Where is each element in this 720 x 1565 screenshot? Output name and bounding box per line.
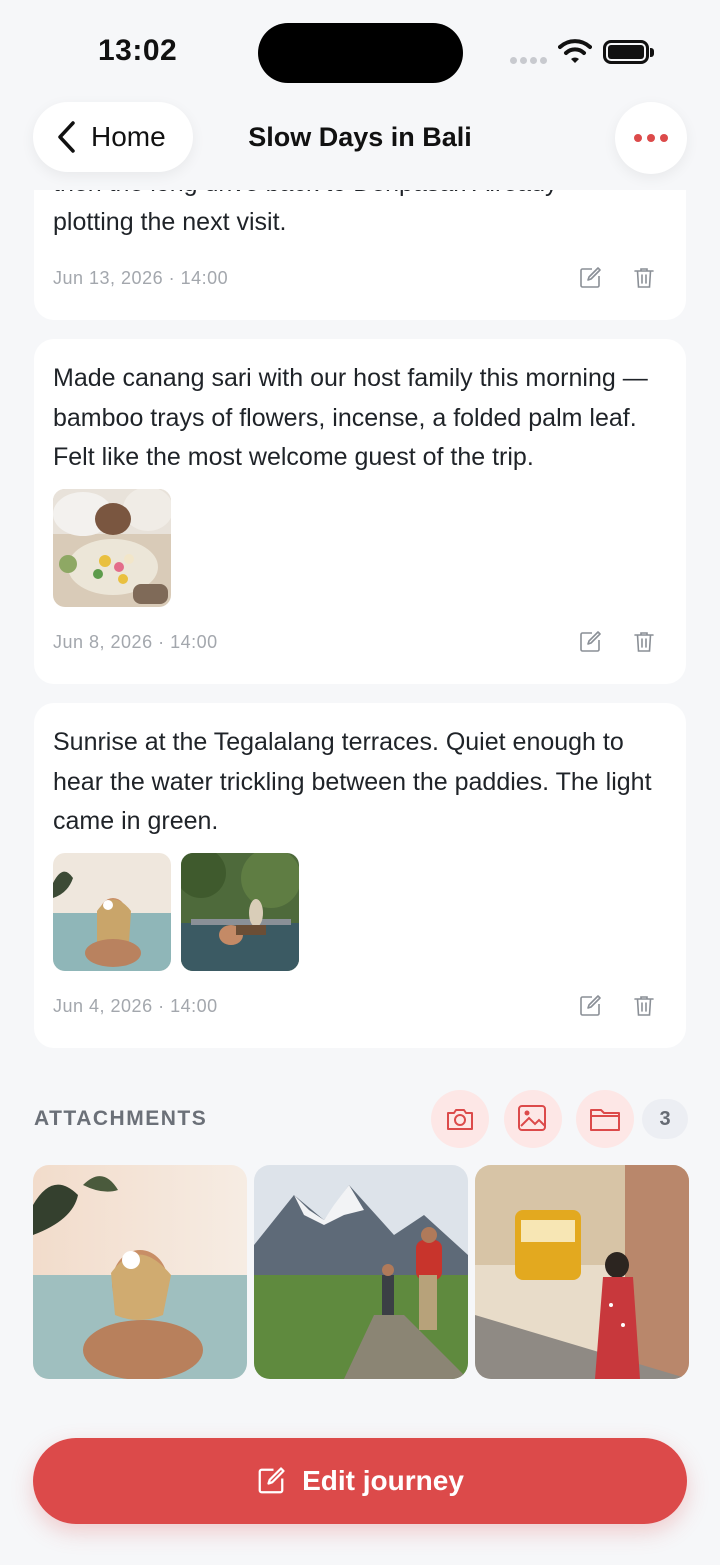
entry-text: Sunrise at the Tegalalang terraces. Quie… bbox=[53, 728, 652, 835]
entry-text: Made canang sari with our host family th… bbox=[53, 364, 648, 471]
more-icon bbox=[634, 134, 642, 142]
battery-icon bbox=[603, 40, 654, 64]
status-bar: 13:02 bbox=[0, 0, 720, 100]
attachment-photo[interactable] bbox=[475, 1165, 689, 1379]
cellular-signal-icon bbox=[510, 57, 547, 64]
edit-entry-icon[interactable] bbox=[578, 266, 602, 290]
edit-entry-icon[interactable] bbox=[578, 630, 602, 654]
dynamic-island bbox=[258, 23, 463, 83]
delete-entry-icon[interactable] bbox=[632, 630, 656, 654]
wifi-icon bbox=[558, 39, 592, 63]
attachments-gallery bbox=[33, 1165, 689, 1379]
page-title: Slow Days in Bali bbox=[248, 122, 472, 152]
journal-entry: Made canang sari with our host family th… bbox=[34, 339, 686, 684]
more-options-button[interactable] bbox=[615, 102, 687, 174]
entry-date: Jun 4, 2026 · 14:00 bbox=[53, 996, 218, 1016]
add-photo-library-button[interactable] bbox=[504, 1090, 562, 1148]
attachment-photo[interactable] bbox=[254, 1165, 468, 1379]
delete-entry-icon[interactable] bbox=[632, 266, 656, 290]
entry-photo-thumbnail[interactable] bbox=[181, 853, 299, 971]
attachments-header: ATTACHMENTS 3 bbox=[34, 1090, 688, 1150]
entry-date: Jun 13, 2026 · 14:00 bbox=[53, 268, 229, 288]
status-time: 13:02 bbox=[98, 34, 178, 67]
camera-icon bbox=[447, 1109, 473, 1130]
entry-date: Jun 8, 2026 · 14:00 bbox=[53, 632, 218, 652]
attachment-photo[interactable] bbox=[33, 1165, 247, 1379]
add-camera-button[interactable] bbox=[431, 1090, 489, 1148]
journal-entry: Sunrise at the Tegalalang terraces. Quie… bbox=[34, 703, 686, 1048]
attachments-count-badge: 3 bbox=[642, 1099, 688, 1139]
photo-library-icon bbox=[518, 1105, 546, 1131]
edit-entry-icon[interactable] bbox=[578, 994, 602, 1018]
edit-journey-label: Edit journey bbox=[302, 1465, 464, 1496]
nav-header: Home Slow Days in Bali bbox=[0, 100, 720, 190]
edit-journey-button[interactable]: Edit journey bbox=[33, 1438, 687, 1524]
entry-photo-thumbnail[interactable] bbox=[53, 489, 171, 607]
entry-photo-thumbnail[interactable] bbox=[53, 853, 171, 971]
edit-icon bbox=[258, 1467, 285, 1494]
folder-icon bbox=[590, 1109, 620, 1131]
delete-entry-icon[interactable] bbox=[632, 994, 656, 1018]
attachments-title: ATTACHMENTS bbox=[34, 1107, 208, 1130]
entry-text: plotting the next visit. bbox=[53, 208, 287, 236]
add-file-button[interactable] bbox=[576, 1090, 634, 1148]
